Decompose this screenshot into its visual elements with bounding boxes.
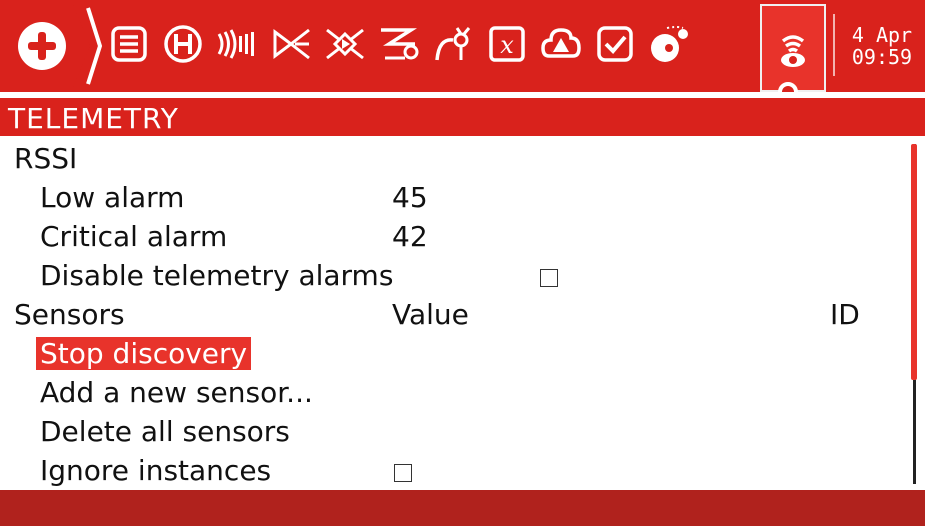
global-variables-icon: x: [489, 26, 525, 62]
add-sensor-button[interactable]: Add a new sensor...: [40, 376, 313, 409]
date-text: 4 Apr: [851, 23, 913, 47]
critical-alarm-label: Critical alarm: [40, 220, 228, 253]
low-alarm-value[interactable]: 45: [392, 181, 428, 214]
top-toolbar: x 4 Apr 09:59: [0, 0, 925, 102]
logical-switches-icon: [541, 28, 581, 58]
id-column-header: ID: [830, 298, 860, 331]
telemetry-icon: [781, 35, 805, 67]
tab-logical-switches[interactable]: [538, 14, 584, 74]
page-title: TELEMETRY: [8, 102, 179, 135]
flight-modes-icon: [217, 29, 254, 59]
delete-all-sensors-button[interactable]: Delete all sensors: [40, 415, 290, 448]
critical-alarm-row[interactable]: Critical alarm 42: [0, 218, 900, 256]
tab-special-functions[interactable]: [592, 14, 638, 74]
svg-text:x: x: [500, 31, 514, 59]
special-functions-icon: [597, 26, 633, 62]
time-text: 09:59: [851, 45, 913, 69]
header-separator: [833, 14, 835, 76]
tab-outputs[interactable]: [376, 14, 422, 74]
delete-all-sensors-row[interactable]: Delete all sensors: [0, 413, 900, 451]
critical-alarm-value[interactable]: 42: [392, 220, 428, 253]
tab-checklist[interactable]: [106, 14, 152, 74]
disable-alarms-label: Disable telemetry alarms: [40, 259, 394, 292]
rssi-label: RSSI: [14, 142, 78, 175]
low-alarm-row[interactable]: Low alarm 45: [0, 179, 900, 217]
ignore-instances-label: Ignore instances: [40, 454, 272, 487]
custom-scripts-icon: [651, 26, 688, 62]
tab-telemetry[interactable]: [760, 4, 826, 92]
model-menu-button[interactable]: [4, 4, 90, 88]
tab-global-variables[interactable]: x: [484, 14, 530, 74]
tab-flight-modes[interactable]: [214, 14, 260, 74]
rssi-section-header: RSSI: [0, 140, 900, 178]
tab-mixer[interactable]: [322, 14, 368, 74]
tab-heli[interactable]: [160, 14, 206, 74]
tab-inputs[interactable]: [268, 14, 314, 74]
outputs-icon: [381, 28, 419, 60]
stop-discovery-row[interactable]: Stop discovery: [0, 335, 900, 373]
tab-curves[interactable]: [430, 14, 476, 74]
disable-alarms-row[interactable]: Disable telemetry alarms: [0, 257, 900, 295]
curves-icon: [435, 27, 471, 61]
plus-icon: [18, 22, 66, 70]
value-column-header: Value: [392, 298, 469, 331]
footer-bar: [0, 490, 925, 526]
chevron-right-icon: [86, 7, 102, 85]
sensors-section-header: Sensors Value ID: [0, 296, 900, 334]
stop-discovery-button[interactable]: Stop discovery: [36, 337, 252, 370]
mixer-icon: [326, 28, 364, 60]
add-sensor-row[interactable]: Add a new sensor...: [0, 374, 900, 412]
tab-custom-scripts[interactable]: [646, 14, 692, 74]
inputs-icon: [273, 28, 310, 60]
telemetry-settings-list: RSSI Low alarm 45 Critical alarm 42 Disa…: [0, 140, 925, 490]
ignore-instances-checkbox[interactable]: [394, 464, 412, 482]
datetime: 4 Apr 09:59: [842, 24, 922, 68]
disable-alarms-checkbox[interactable]: [540, 269, 558, 287]
heli-h-icon: [164, 25, 202, 63]
scrollbar-thumb[interactable]: [911, 144, 917, 380]
low-alarm-label: Low alarm: [40, 181, 185, 214]
checklist-icon: [111, 26, 147, 62]
page-title-bar: TELEMETRY: [0, 98, 925, 136]
sensors-label: Sensors: [14, 298, 125, 331]
ignore-instances-row[interactable]: Ignore instances: [0, 452, 900, 490]
